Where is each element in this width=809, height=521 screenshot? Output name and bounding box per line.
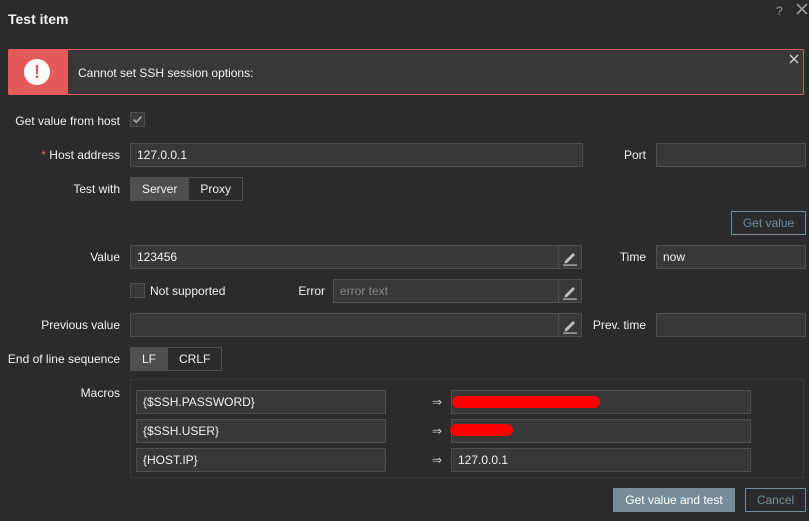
macro-name-field[interactable]: {$SSH.USER}: [136, 419, 386, 443]
macro-name-field[interactable]: {HOST.IP}: [136, 448, 386, 472]
required-mark: *: [41, 148, 46, 162]
redaction-mark: [452, 396, 600, 408]
value-input[interactable]: 123456: [130, 245, 559, 269]
test-with-server-option[interactable]: Server: [131, 178, 189, 200]
alert-close-icon[interactable]: [788, 53, 800, 65]
dialog-title: Test item: [8, 11, 69, 27]
prev-time-input[interactable]: [656, 313, 806, 337]
host-address-input[interactable]: 127.0.0.1: [130, 143, 583, 167]
host-address-label-text: Host address: [49, 148, 120, 162]
not-supported-label: Not supported: [150, 284, 226, 298]
test-with-toggle: Server Proxy: [130, 177, 244, 201]
test-with-proxy-option[interactable]: Proxy: [188, 178, 242, 200]
macro-arrow-icon: ⇒: [432, 453, 443, 467]
previous-value-label: Previous value: [41, 318, 120, 332]
get-value-from-host-label: Get value from host: [15, 114, 120, 128]
test-with-label: Test with: [73, 182, 120, 196]
eol-toggle: LF CRLF: [130, 347, 223, 371]
get-value-button[interactable]: Get value: [731, 211, 806, 235]
alert-icon-box: !: [9, 50, 68, 94]
checkmark-icon: [132, 115, 143, 124]
prev-time-label: Prev. time: [592, 318, 646, 332]
value-edit-button[interactable]: [558, 245, 582, 269]
port-label: Port: [623, 148, 646, 162]
help-icon[interactable]: ?: [776, 4, 783, 18]
pencil-icon: [563, 287, 577, 300]
value-label: Value: [90, 250, 120, 264]
port-input[interactable]: [656, 143, 806, 167]
host-address-label: * Host address: [0, 148, 120, 162]
eol-label: End of line sequence: [7, 352, 120, 366]
eol-crlf-option[interactable]: CRLF: [167, 348, 221, 370]
pencil-icon: [563, 321, 577, 334]
macro-value-field[interactable]: 127.0.0.1: [451, 448, 751, 472]
exclamation-icon: !: [24, 59, 50, 85]
pencil-icon: [563, 253, 577, 266]
macros-label: Macros: [80, 386, 120, 400]
macro-arrow-icon: ⇒: [432, 395, 443, 409]
redaction-mark: [450, 424, 513, 436]
time-input[interactable]: now: [656, 245, 806, 269]
previous-value-input[interactable]: [130, 313, 559, 337]
alert-message: Cannot set SSH session options:: [78, 66, 254, 80]
macro-arrow-icon: ⇒: [432, 424, 443, 438]
error-edit-button[interactable]: [558, 279, 582, 303]
get-value-from-host-checkbox[interactable]: [130, 112, 145, 127]
get-value-and-test-button[interactable]: Get value and test: [613, 488, 735, 512]
error-label: Error: [298, 284, 325, 298]
macro-name-field[interactable]: {$SSH.PASSWORD}: [136, 390, 386, 414]
error-alert: ! Cannot set SSH session options:: [8, 49, 804, 95]
previous-value-edit-button[interactable]: [558, 313, 582, 337]
not-supported-checkbox[interactable]: [130, 283, 145, 298]
eol-lf-option[interactable]: LF: [131, 348, 168, 370]
time-label: Time: [619, 250, 646, 264]
error-input[interactable]: error text: [333, 279, 559, 303]
close-icon[interactable]: [795, 2, 809, 16]
cancel-button[interactable]: Cancel: [745, 488, 806, 512]
